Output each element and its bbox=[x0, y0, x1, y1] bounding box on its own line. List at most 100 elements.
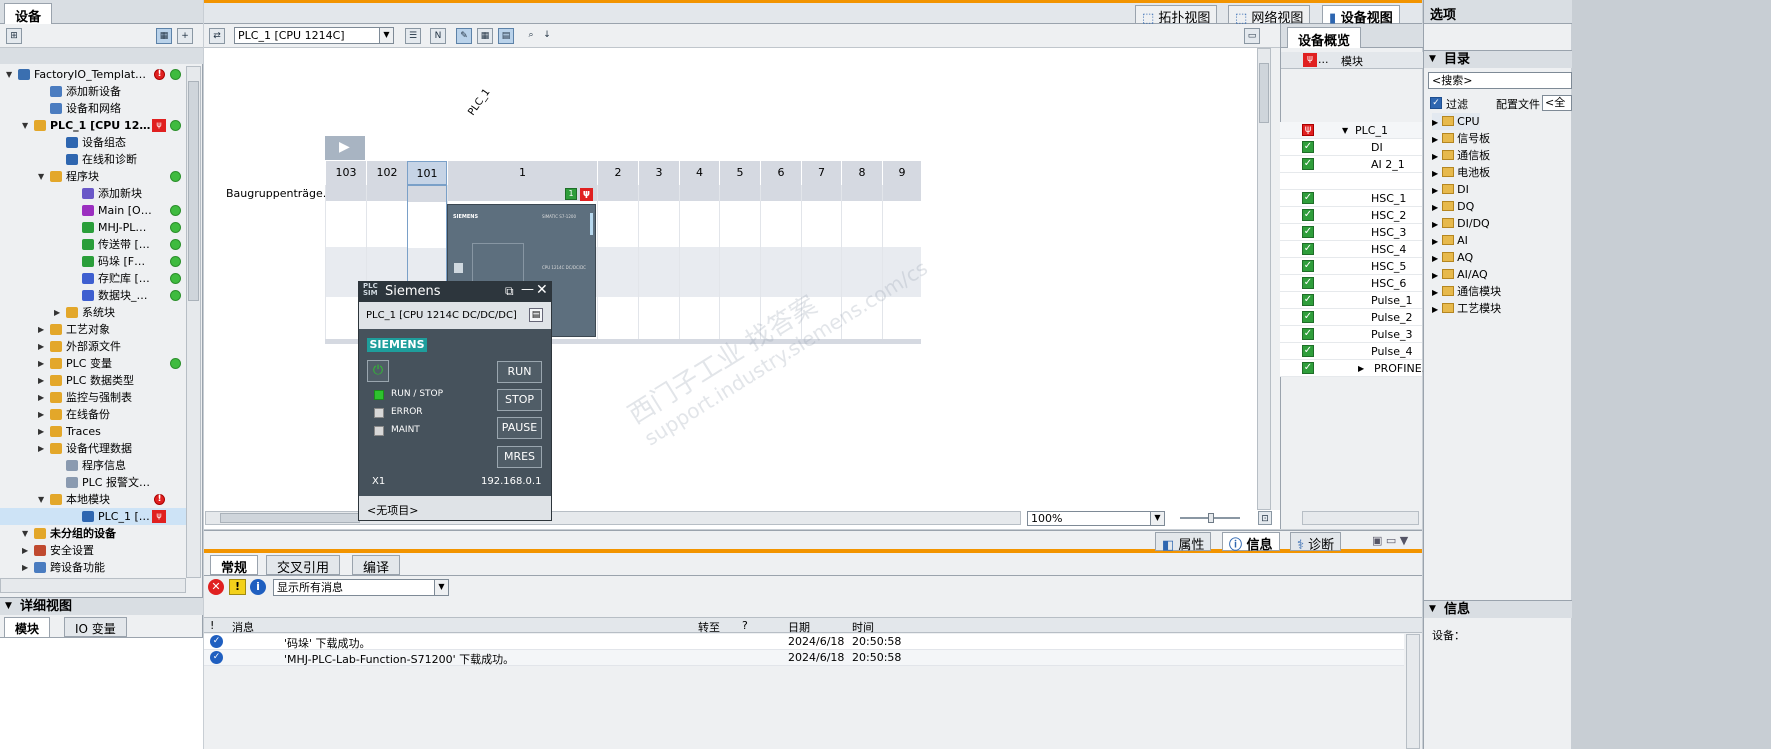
detail-view-header[interactable]: ▼ 详细视图 bbox=[0, 597, 203, 615]
zoom-select[interactable]: 100% ▼ bbox=[1027, 511, 1165, 526]
layout-icon[interactable]: ▭ bbox=[1244, 28, 1260, 44]
expand-right-icon[interactable]: ▶ bbox=[1432, 254, 1438, 263]
tab-general[interactable]: 常规 bbox=[210, 555, 259, 576]
expand-right-icon[interactable]: ▶ bbox=[38, 445, 46, 453]
tree-item[interactable]: ▼ FactoryIO_Template_S...! bbox=[0, 66, 186, 83]
device-select-icon[interactable]: ⇄ bbox=[209, 28, 225, 44]
catalog-item[interactable]: ▶ DI/DQ bbox=[1432, 215, 1490, 232]
catalog-item[interactable]: ▶ AI bbox=[1432, 232, 1468, 249]
catalog-header[interactable]: ▼ 目录 bbox=[1424, 50, 1572, 68]
tab-info[interactable]: ⓘ 信息 bbox=[1222, 532, 1280, 553]
rack-slot-header[interactable]: 3 bbox=[638, 161, 679, 185]
plcsim-toggle-icon[interactable]: ▤ bbox=[529, 308, 543, 322]
rack-slot[interactable] bbox=[719, 185, 760, 340]
tree-item[interactable]: ▶ 在线备份 bbox=[0, 406, 186, 423]
expand-right-icon[interactable]: ▶ bbox=[38, 411, 46, 419]
expand-right-icon[interactable]: ▶ bbox=[38, 377, 46, 385]
name-icon[interactable]: N bbox=[430, 28, 446, 44]
tree-item[interactable]: ▶ 设备代理数据 bbox=[0, 440, 186, 457]
rack-slot-header[interactable]: 2 bbox=[597, 161, 638, 185]
catalog-search-input[interactable]: <搜索> bbox=[1428, 72, 1572, 89]
rack-slot-header[interactable]: 5 bbox=[719, 161, 760, 185]
mres-button[interactable]: MRES bbox=[497, 446, 542, 468]
chevron-down-icon[interactable]: ▼ bbox=[434, 580, 448, 595]
tree-item[interactable]: 数据块_1 [... bbox=[0, 287, 186, 304]
expand-right-icon[interactable]: ▶ bbox=[1432, 237, 1438, 246]
restore-icon[interactable]: ⧉ bbox=[505, 284, 514, 299]
pause-button[interactable]: PAUSE bbox=[497, 417, 542, 439]
tree-item[interactable]: PLC 报警文本... bbox=[0, 474, 186, 491]
plcsim-titlebar[interactable]: PLC SIM Siemens ⧉ — ✕ bbox=[359, 282, 551, 302]
expand-right-icon[interactable]: ▶ bbox=[38, 326, 46, 334]
catalog-item[interactable]: ▶ 信号板 bbox=[1432, 130, 1490, 147]
add-icon[interactable]: + bbox=[177, 28, 193, 44]
tree-item[interactable]: 在线和诊断 bbox=[0, 151, 186, 168]
catalog-item[interactable]: ▶ 通信模块 bbox=[1432, 283, 1501, 300]
profile-select[interactable]: <全部 bbox=[1542, 95, 1572, 111]
tab-diagnostics[interactable]: ⚕ 诊断 bbox=[1290, 532, 1342, 553]
rack-slot[interactable] bbox=[801, 185, 841, 340]
expand-right-icon[interactable]: ▶ bbox=[1432, 220, 1438, 229]
rack-slot-header[interactable]: 6 bbox=[760, 161, 801, 185]
tree-item[interactable]: ▼ 本地模块! bbox=[0, 491, 186, 508]
rack-slot-header[interactable]: 9 bbox=[882, 161, 921, 185]
catalog-item[interactable]: ▶ AQ bbox=[1432, 249, 1473, 266]
draw-icon[interactable]: ✎ bbox=[456, 28, 472, 44]
tab-compile[interactable]: 编译 bbox=[352, 555, 401, 576]
tree-item[interactable]: ▶ 跨设备功能 bbox=[0, 559, 186, 576]
info-filter-icon[interactable]: i bbox=[250, 579, 266, 595]
tree-item[interactable]: ▶ PLC 变量 bbox=[0, 355, 186, 372]
tab-cross-reference[interactable]: 交叉引用 bbox=[266, 555, 341, 576]
power-icon[interactable]: ⏻ bbox=[367, 360, 389, 382]
detail-tab-modules[interactable]: 模块 bbox=[4, 617, 51, 637]
close-icon[interactable]: ✕ bbox=[536, 282, 548, 298]
rack-slot-header[interactable]: 8 bbox=[841, 161, 882, 185]
tree-view-icon[interactable]: ⊞ bbox=[6, 28, 22, 44]
tree-item[interactable]: 传送带 [FC1] bbox=[0, 236, 186, 253]
expand-right-icon[interactable]: ▶ bbox=[38, 343, 46, 351]
expand-right-icon[interactable]: ▶ bbox=[38, 394, 46, 402]
expand-right-icon[interactable]: ▶ bbox=[1432, 271, 1438, 280]
tree-item[interactable]: ▶ 系统块 bbox=[0, 304, 186, 321]
expand-down-icon[interactable]: ▼ bbox=[1342, 122, 1348, 139]
download-icon[interactable]: ↓ bbox=[539, 28, 555, 44]
rack-slot[interactable] bbox=[679, 185, 719, 340]
rack-slot-header[interactable]: 4 bbox=[679, 161, 719, 185]
expand-right-icon[interactable]: ▶ bbox=[1432, 288, 1438, 297]
tree-item[interactable]: PLC_1 [CPU ...ψ bbox=[0, 508, 186, 525]
rack-slot[interactable] bbox=[882, 185, 921, 340]
rack-slot[interactable] bbox=[841, 185, 882, 340]
tree-item[interactable]: 设备和网络 bbox=[0, 100, 186, 117]
expand-right-icon[interactable]: ▶ bbox=[1432, 186, 1438, 195]
overview-hscroll[interactable] bbox=[1302, 511, 1419, 525]
catalog-item[interactable]: ▶ DI bbox=[1432, 181, 1469, 198]
canvas-hscroll-thumb[interactable] bbox=[220, 513, 360, 523]
rack-slot-header[interactable]: 7 bbox=[801, 161, 841, 185]
window-controls-icon[interactable]: ▣ ▭ ▼ bbox=[1372, 534, 1408, 547]
expand-right-icon[interactable]: ▶ bbox=[22, 547, 30, 555]
canvas-horizontal-scrollbar[interactable] bbox=[205, 511, 1021, 525]
catalog-item[interactable]: ▶ 电池板 bbox=[1432, 164, 1490, 181]
detail-tab-io-tags[interactable]: IO 变量 bbox=[64, 617, 127, 637]
expand-right-icon[interactable]: ▶ bbox=[1432, 118, 1438, 127]
error-filter-icon[interactable]: ✕ bbox=[208, 579, 224, 595]
filter-checkbox[interactable]: ✓ bbox=[1430, 97, 1442, 109]
table-icon[interactable]: ▤ bbox=[498, 28, 514, 44]
catalog-item[interactable]: ▶ CPU bbox=[1432, 113, 1480, 130]
rack-slot[interactable] bbox=[597, 185, 638, 340]
tab-device-view[interactable]: ▮ 设备视图 bbox=[1322, 5, 1400, 26]
overview-row[interactable] bbox=[1280, 173, 1422, 190]
catalog-item[interactable]: ▶ 通信板 bbox=[1432, 147, 1490, 164]
splitter[interactable] bbox=[1271, 48, 1280, 510]
rack-slot-header[interactable]: 1 bbox=[447, 161, 597, 185]
tree-item[interactable]: 添加新块 bbox=[0, 185, 186, 202]
tree-horizontal-scrollbar[interactable] bbox=[0, 578, 186, 593]
properties-icon[interactable]: ☰ bbox=[405, 28, 421, 44]
rack-slot[interactable] bbox=[638, 185, 679, 340]
tree-item[interactable]: MHJ-PLC-La... bbox=[0, 219, 186, 236]
expand-right-icon[interactable]: ▶ bbox=[38, 428, 46, 436]
zoom-slider-handle[interactable] bbox=[1208, 513, 1214, 523]
canvas-vertical-scrollbar[interactable] bbox=[1257, 48, 1271, 510]
rack-slot[interactable] bbox=[760, 185, 801, 340]
catalog-item[interactable]: ▶ 工艺模块 bbox=[1432, 300, 1501, 317]
